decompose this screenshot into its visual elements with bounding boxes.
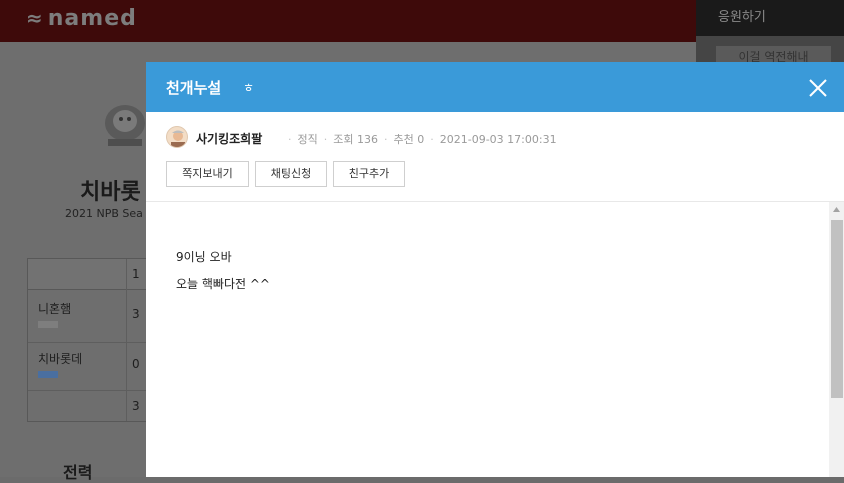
scoreboard-team: 치바롯데 bbox=[38, 352, 83, 366]
scoreboard-score: 0 bbox=[132, 357, 140, 371]
avatar-face-icon bbox=[171, 130, 185, 147]
post-meta: · 정직 · 조회 136 · 추천 0 · 2021-09-03 17:00:31 bbox=[288, 133, 557, 146]
logo-mark-icon: ≈ bbox=[26, 6, 44, 30]
view-count: 조회 136 bbox=[333, 133, 378, 146]
arrow-up-icon[interactable] bbox=[829, 202, 844, 218]
chat-request-button[interactable]: 채팅신청 bbox=[255, 161, 327, 187]
inning-header: 1 bbox=[132, 267, 140, 281]
modal-header: 천개누설 ㅎ bbox=[146, 62, 844, 112]
modal-title-suffix: ㅎ bbox=[243, 81, 255, 95]
recommend-count: 추천 0 bbox=[393, 133, 425, 146]
avatar[interactable] bbox=[166, 126, 188, 148]
add-friend-button[interactable]: 친구추가 bbox=[333, 161, 405, 187]
scoreboard-score: 3 bbox=[132, 307, 140, 321]
site-logo[interactable]: ≈ named bbox=[26, 6, 137, 31]
post-content: 9이닝 오바 오늘 핵빠다전 ^^ bbox=[146, 202, 828, 477]
scoreboard: 1 니혼햄 3 치바롯데 0 3 bbox=[27, 258, 152, 422]
content-scrollbar[interactable] bbox=[829, 202, 844, 477]
post-modal: 천개누설 ㅎ 사기킹조희팔 · 정직 · 조회 136 · 추천 0 · 2021-09-03… bbox=[146, 62, 844, 477]
post-datetime: 2021-09-03 17:00:31 bbox=[439, 133, 557, 146]
section-title: 전력 bbox=[63, 463, 93, 482]
season-label: 2021 NPB Sea bbox=[65, 207, 143, 220]
team-title: 치바롯 bbox=[80, 180, 141, 205]
cheer-tab[interactable]: 응원하기 bbox=[696, 0, 844, 36]
scoreboard-team: 니혼햄 bbox=[38, 302, 72, 316]
team-badge bbox=[38, 321, 58, 328]
content-line: 오늘 핵빠다전 ^^ bbox=[176, 277, 270, 291]
scroll-thumb[interactable] bbox=[831, 220, 843, 398]
team-badge bbox=[38, 371, 58, 378]
send-message-button[interactable]: 쪽지보내기 bbox=[166, 161, 249, 187]
scoreboard-score: 3 bbox=[132, 399, 140, 413]
author-name[interactable]: 사기킹조희팔 bbox=[196, 130, 262, 147]
logo-text: named bbox=[47, 6, 137, 31]
modal-title: 천개누설 bbox=[166, 79, 222, 97]
close-icon[interactable] bbox=[806, 76, 830, 100]
content-line: 9이닝 오바 bbox=[176, 250, 232, 264]
team-logo-icon bbox=[105, 105, 145, 146]
author-row: 사기킹조희팔 · 정직 · 조회 136 · 추천 0 · 2021-09-03 17:00:… bbox=[166, 126, 826, 148]
author-rank: 정직 bbox=[297, 133, 318, 146]
